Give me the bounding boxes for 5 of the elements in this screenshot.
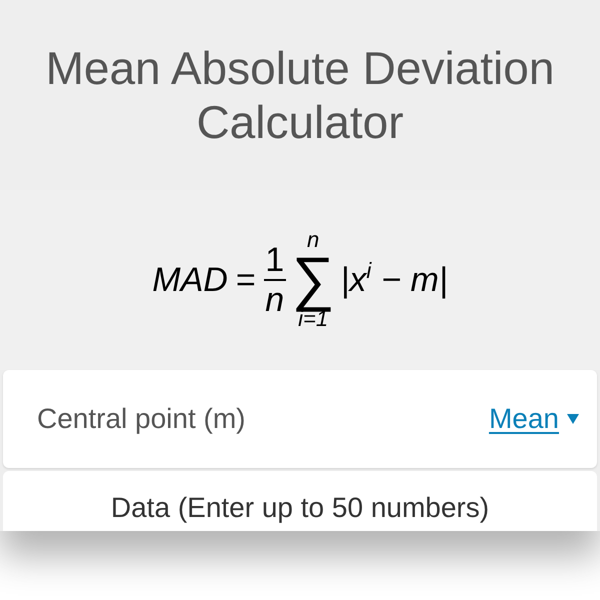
field-label: Data (Enter up to 50 numbers) xyxy=(110,491,490,525)
page-title: Mean Absolute Deviation Calculator xyxy=(44,41,556,149)
field-label: Central point (m) xyxy=(37,402,246,436)
unit-dropdown[interactable]: Mean xyxy=(488,398,579,440)
caret-icon xyxy=(567,414,579,424)
